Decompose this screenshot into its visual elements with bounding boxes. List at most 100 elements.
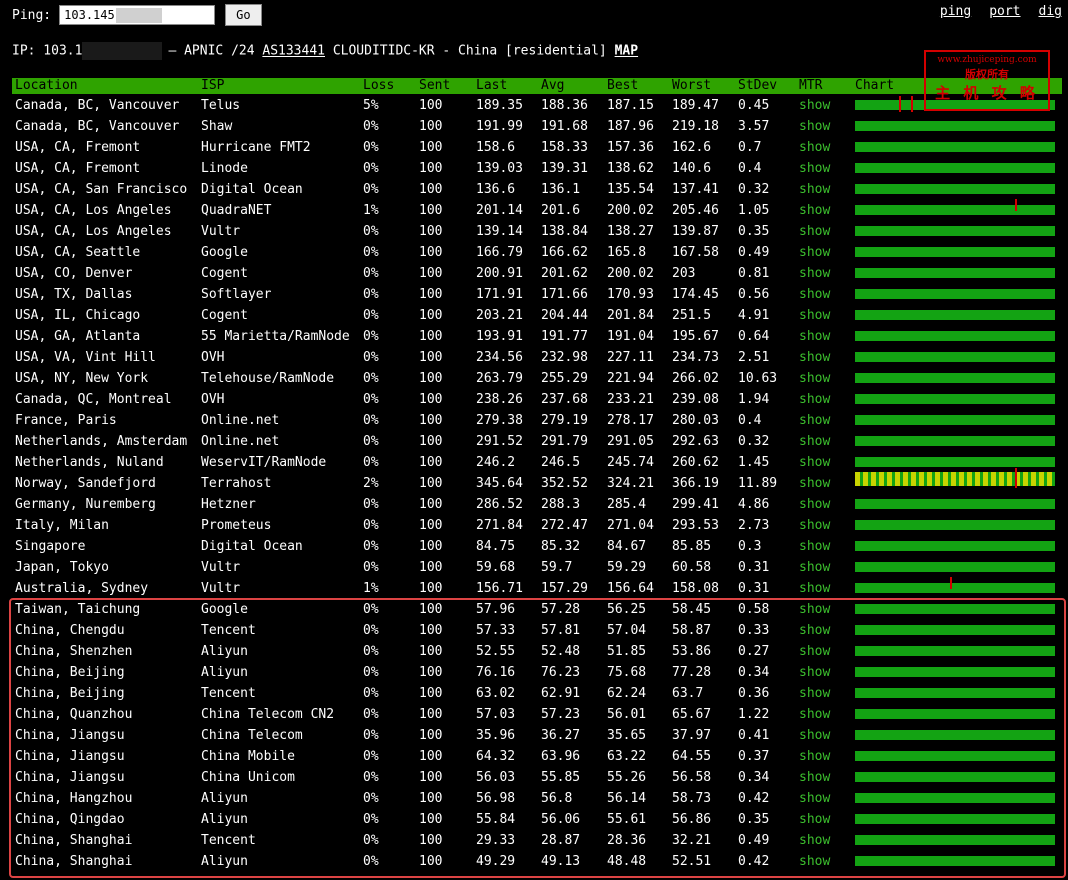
mtr-show-link[interactable]: show	[799, 284, 830, 305]
cell-stdev: 1.94	[738, 392, 770, 407]
header-avg: Avg	[541, 78, 565, 93]
table-row: USA, CA, Los Angeles Vultr 0% 100 139.14 138.…	[12, 221, 1062, 242]
table-row: France, Paris Online.net 0% 100 279.38 279.19…	[12, 410, 1062, 431]
watermark-stamp: www.zhujiceping.com 版权所有 主 机 攻 略	[924, 50, 1050, 111]
cell-stdev: 4.91	[738, 308, 770, 323]
mtr-show-link[interactable]: show	[799, 494, 830, 515]
cell-sent: 100	[419, 476, 443, 491]
mtr-show-link[interactable]: show	[799, 116, 830, 137]
cell-last: 158.6	[476, 140, 516, 155]
latency-chart-bar	[855, 163, 1055, 173]
mtr-show-link[interactable]: show	[799, 389, 830, 410]
cell-isp: Terrahost	[201, 476, 272, 491]
cell-isp: Shaw	[201, 119, 233, 134]
mtr-show-link[interactable]: show	[799, 410, 830, 431]
cell-location: Canada, BC, Vancouver	[15, 119, 180, 134]
cell-stdev: 0.35	[738, 224, 770, 239]
table-row: Japan, Tokyo Vultr 0% 100 59.68 59.7 59.29 60.5…	[12, 557, 1062, 578]
cell-best: 285.4	[607, 497, 647, 512]
go-button[interactable]: Go	[225, 4, 262, 26]
table-row: USA, NY, New York Telehouse/RamNode 0% 100 2…	[12, 368, 1062, 389]
cell-sent: 100	[419, 392, 443, 407]
latency-chart-bar	[855, 142, 1055, 152]
cell-last: 291.52	[476, 434, 523, 449]
ip-prefix: IP: 103.1	[12, 43, 83, 59]
port-link[interactable]: port	[989, 4, 1020, 19]
mtr-show-link[interactable]: show	[799, 578, 830, 599]
cell-stdev: 0.32	[738, 182, 770, 197]
cell-best: 200.02	[607, 203, 654, 218]
latency-chart-bar	[855, 331, 1055, 341]
mtr-show-link[interactable]: show	[799, 557, 830, 578]
cell-sent: 100	[419, 497, 443, 512]
cell-sent: 100	[419, 434, 443, 449]
china-highlight-box	[9, 598, 1066, 878]
ip-network: CLOUDITIDC-KR - China [residential]	[325, 43, 615, 59]
cell-avg: 188.36	[541, 98, 588, 113]
latency-chart-bar	[855, 562, 1055, 572]
cell-isp: Vultr	[201, 560, 241, 575]
cell-worst: 234.73	[672, 350, 719, 365]
mtr-show-link[interactable]: show	[799, 242, 830, 263]
cell-best: 170.93	[607, 287, 654, 302]
cell-sent: 100	[419, 581, 443, 596]
cell-last: 263.79	[476, 371, 523, 386]
cell-avg: 201.62	[541, 266, 588, 281]
mtr-show-link[interactable]: show	[799, 326, 830, 347]
mtr-show-link[interactable]: show	[799, 368, 830, 389]
dig-link[interactable]: dig	[1039, 4, 1062, 19]
mtr-show-link[interactable]: show	[799, 221, 830, 242]
cell-worst: 266.02	[672, 371, 719, 386]
cell-loss: 0%	[363, 434, 379, 449]
mtr-show-link[interactable]: show	[799, 452, 830, 473]
header-loss: Loss	[363, 78, 395, 93]
mtr-show-link[interactable]: show	[799, 158, 830, 179]
cell-isp: Hetzner	[201, 497, 256, 512]
cell-loss: 0%	[363, 245, 379, 260]
table-row: USA, VA, Vint Hill OVH 0% 100 234.56 232.98 22…	[12, 347, 1062, 368]
cell-loss: 0%	[363, 560, 379, 575]
cell-stdev: 2.73	[738, 518, 770, 533]
mtr-show-link[interactable]: show	[799, 473, 830, 494]
ping-input[interactable]: 103.145	[59, 5, 216, 25]
table-row: USA, TX, Dallas Softlayer 0% 100 171.91 171.6…	[12, 284, 1062, 305]
table-row: Norway, Sandefjord Terrahost 2% 100 345.64 35…	[12, 468, 1062, 494]
cell-best: 156.64	[607, 581, 654, 596]
mtr-show-link[interactable]: show	[799, 305, 830, 326]
mtr-show-link[interactable]: show	[799, 347, 830, 368]
cell-isp: Softlayer	[201, 287, 272, 302]
cell-isp: QuadraNET	[201, 203, 272, 218]
loss-spike	[1015, 468, 1017, 488]
cell-loss: 2%	[363, 476, 379, 491]
asn-link[interactable]: AS133441	[262, 44, 325, 59]
cell-worst: 189.47	[672, 98, 719, 113]
cell-best: 200.02	[607, 266, 654, 281]
cell-avg: 255.29	[541, 371, 588, 386]
cell-loss: 0%	[363, 182, 379, 197]
cell-location: USA, GA, Atlanta	[15, 329, 141, 344]
mtr-show-link[interactable]: show	[799, 200, 830, 221]
cell-avg: 158.33	[541, 140, 588, 155]
mtr-show-link[interactable]: show	[799, 137, 830, 158]
cell-sent: 100	[419, 203, 443, 218]
table-row: Italy, Milan Prometeus 0% 100 271.84 272.47 27…	[12, 515, 1062, 536]
cell-isp: Digital Ocean	[201, 539, 303, 554]
cell-best: 138.27	[607, 224, 654, 239]
table-row: Australia, Sydney Vultr 1% 100 156.71 157.29 1…	[12, 577, 1062, 599]
ping-link[interactable]: ping	[940, 4, 971, 19]
cell-last: 166.79	[476, 245, 523, 260]
cell-stdev: 0.49	[738, 245, 770, 260]
mtr-show-link[interactable]: show	[799, 431, 830, 452]
map-link[interactable]: MAP	[615, 44, 638, 59]
cell-last: 201.14	[476, 203, 523, 218]
cell-avg: 279.19	[541, 413, 588, 428]
table-row: Netherlands, Nuland WeservIT/RamNode 0% 100…	[12, 452, 1062, 473]
mtr-show-link[interactable]: show	[799, 95, 830, 116]
mtr-show-link[interactable]: show	[799, 515, 830, 536]
mtr-show-link[interactable]: show	[799, 179, 830, 200]
cell-worst: 139.87	[672, 224, 719, 239]
mtr-show-link[interactable]: show	[799, 263, 830, 284]
cell-stdev: 0.45	[738, 98, 770, 113]
cell-best: 191.04	[607, 329, 654, 344]
mtr-show-link[interactable]: show	[799, 536, 830, 557]
